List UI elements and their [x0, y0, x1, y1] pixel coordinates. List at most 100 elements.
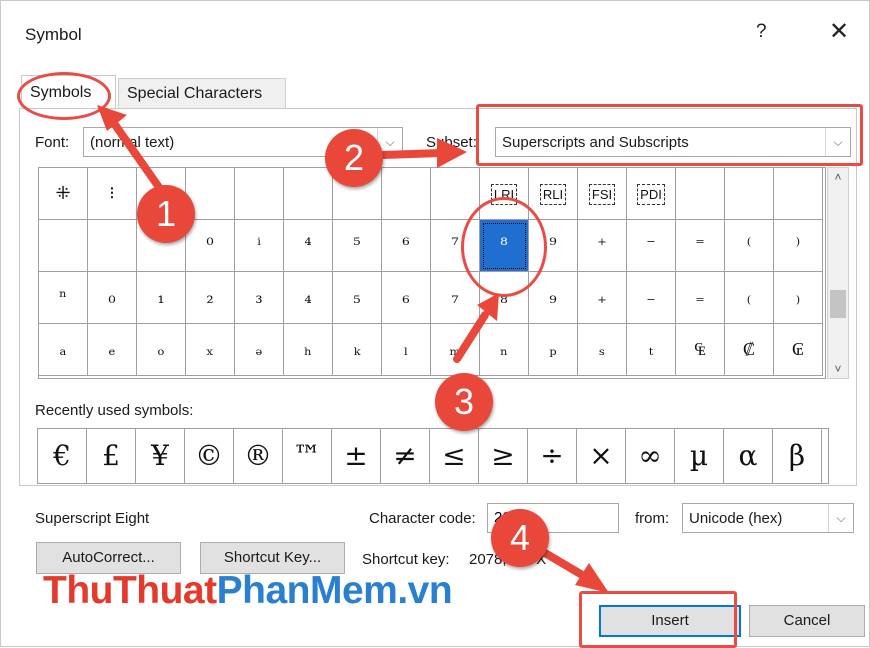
symbol-cell[interactable]: FSI	[578, 168, 627, 220]
recent-symbol[interactable]: £	[87, 429, 136, 483]
symbol-cell[interactable]: ⁴	[284, 220, 333, 272]
symbol-cell[interactable]: ₔ	[235, 324, 284, 376]
from-select[interactable]: Unicode (hex) ⌵	[682, 503, 854, 533]
symbol-cell[interactable]: ₈	[480, 272, 529, 324]
symbol-cell[interactable]: ₙ	[480, 324, 529, 376]
tab-symbols[interactable]: Symbols	[21, 75, 116, 108]
symbol-cell[interactable]	[725, 168, 774, 220]
symbol-cell[interactable]	[186, 168, 235, 220]
symbol-cell[interactable]: LRI	[480, 168, 529, 220]
cancel-button[interactable]: Cancel	[749, 605, 865, 637]
symbol-cell[interactable]: ⁿ	[39, 272, 88, 324]
symbol-cell[interactable]: ⁺	[578, 220, 627, 272]
recent-symbol[interactable]: ©	[185, 429, 234, 483]
symbol-cell[interactable]: ⁵	[333, 220, 382, 272]
symbol-cell[interactable]: ₍	[725, 272, 774, 324]
font-select[interactable]: (normal text) ⌵	[83, 127, 403, 157]
recent-symbol[interactable]: ÷	[528, 429, 577, 483]
symbol-cell[interactable]	[676, 168, 725, 220]
recent-symbol[interactable]: ®	[234, 429, 283, 483]
recent-symbol[interactable]: ×	[577, 429, 626, 483]
symbol-cell[interactable]: ₃	[235, 272, 284, 324]
symbol-cell[interactable]: ⁶	[382, 220, 431, 272]
symbol-cell[interactable]: ₜ	[627, 324, 676, 376]
symbol-cell[interactable]: ₀	[88, 272, 137, 324]
character-code-input[interactable]: 2078	[487, 503, 619, 533]
recent-symbol[interactable]: ™	[283, 429, 332, 483]
symbol-cell[interactable]: ₚ	[529, 324, 578, 376]
symbol-cell[interactable]: ₂	[186, 272, 235, 324]
symbol-cell[interactable]: ₋	[627, 272, 676, 324]
symbol-cell[interactable]	[39, 220, 88, 272]
scroll-thumb[interactable]	[830, 290, 846, 318]
symbol-cell[interactable]	[137, 220, 186, 272]
symbol-cell[interactable]: ₉	[529, 272, 578, 324]
close-button[interactable]: ✕	[829, 17, 849, 46]
grid-scrollbar[interactable]: ˄ ˅	[827, 167, 849, 379]
help-button[interactable]: ?	[756, 21, 767, 43]
symbol-cell[interactable]	[333, 168, 382, 220]
symbol-glyph: LRI	[490, 184, 518, 205]
recent-symbol[interactable]: ±	[332, 429, 381, 483]
font-select-value: (normal text)	[90, 134, 175, 151]
symbol-cell[interactable]: ₆	[382, 272, 431, 324]
recent-symbol[interactable]: ≤	[430, 429, 479, 483]
symbol-cell[interactable]	[774, 168, 823, 220]
symbol-cell[interactable]: ₒ	[137, 324, 186, 376]
symbol-cell[interactable]: ₄	[284, 272, 333, 324]
symbol-cell[interactable]: RLI	[529, 168, 578, 220]
symbol-cell[interactable]: ₢	[774, 324, 823, 376]
insert-button[interactable]: Insert	[599, 605, 741, 637]
symbol-cell[interactable]	[235, 168, 284, 220]
symbol-cell[interactable]	[431, 168, 480, 220]
symbol-cell[interactable]: ⁷	[431, 220, 480, 272]
symbol-cell[interactable]: ₊	[578, 272, 627, 324]
symbol-cell[interactable]: ⁜	[39, 168, 88, 220]
symbol-cell[interactable]: ₗ	[382, 324, 431, 376]
symbol-cell[interactable]: ⁼	[676, 220, 725, 272]
symbol-cell[interactable]: ⁽	[725, 220, 774, 272]
symbol-cell[interactable]: ₘ	[431, 324, 480, 376]
symbol-cell[interactable]: PDI	[627, 168, 676, 220]
symbol-cell[interactable]: ₅	[333, 272, 382, 324]
symbol-cell[interactable]: ₓ	[186, 324, 235, 376]
symbol-cell[interactable]: ⁰	[186, 220, 235, 272]
symbol-cell[interactable]	[382, 168, 431, 220]
recent-symbol[interactable]: α	[724, 429, 773, 483]
symbol-cell[interactable]: ₐ	[39, 324, 88, 376]
symbol-cell[interactable]: ₖ	[333, 324, 382, 376]
tab-symbols-label: Symbols	[30, 84, 92, 101]
symbol-cell[interactable]: ₛ	[578, 324, 627, 376]
symbol-glyph: FSI	[588, 184, 616, 205]
symbol-cell[interactable]: ₁	[137, 272, 186, 324]
symbol-cell[interactable]: ⁾	[774, 220, 823, 272]
scroll-down-icon[interactable]: ˅	[828, 362, 848, 376]
symbol-cell[interactable]: ⁱ	[235, 220, 284, 272]
symbol-cell[interactable]: ₑ	[88, 324, 137, 376]
symbol-cell[interactable]: ⁻	[627, 220, 676, 272]
recent-symbol[interactable]: ≠	[381, 429, 430, 483]
symbol-cell-selected[interactable]: ⁸	[480, 220, 529, 272]
symbol-cell[interactable]	[137, 168, 186, 220]
symbol-cell[interactable]: ₡	[725, 324, 774, 376]
scroll-up-icon[interactable]: ˄	[828, 170, 848, 184]
recent-symbol[interactable]: ¥	[136, 429, 185, 483]
recent-symbol[interactable]: €	[38, 429, 87, 483]
symbol-cell[interactable]: ₠	[676, 324, 725, 376]
symbol-glyph: RLI	[539, 184, 567, 205]
symbol-cell[interactable]: ₕ	[284, 324, 333, 376]
symbol-cell[interactable]: ⁝	[88, 168, 137, 220]
symbol-cell[interactable]	[284, 168, 333, 220]
subset-select[interactable]: Superscripts and Subscripts ⌵	[495, 127, 851, 157]
recent-symbol[interactable]: µ	[675, 429, 724, 483]
symbol-cell[interactable]: ₎	[774, 272, 823, 324]
symbol-grid[interactable]: ⁜ ⁝ LRI RLI FSI PDI ⁰ ⁱ ⁴ ⁵ ⁶ ⁷ ⁸ ⁹ ⁺ ⁻ ⁼ ⁽ ⁾ ⁿ ₀ ₁ ₂ ₃ ₄ ₅ ₆ ₇ ₈ ₉ ₊ ₋…	[38, 167, 826, 379]
tab-special-characters[interactable]: Special Characters	[118, 78, 286, 108]
recent-symbol[interactable]: β	[773, 429, 822, 483]
symbol-cell[interactable]: ₌	[676, 272, 725, 324]
symbol-cell[interactable]: ₇	[431, 272, 480, 324]
symbol-cell[interactable]	[88, 220, 137, 272]
recent-symbol[interactable]: ≥	[479, 429, 528, 483]
recent-symbol[interactable]: ∞	[626, 429, 675, 483]
symbol-cell[interactable]: ⁹	[529, 220, 578, 272]
